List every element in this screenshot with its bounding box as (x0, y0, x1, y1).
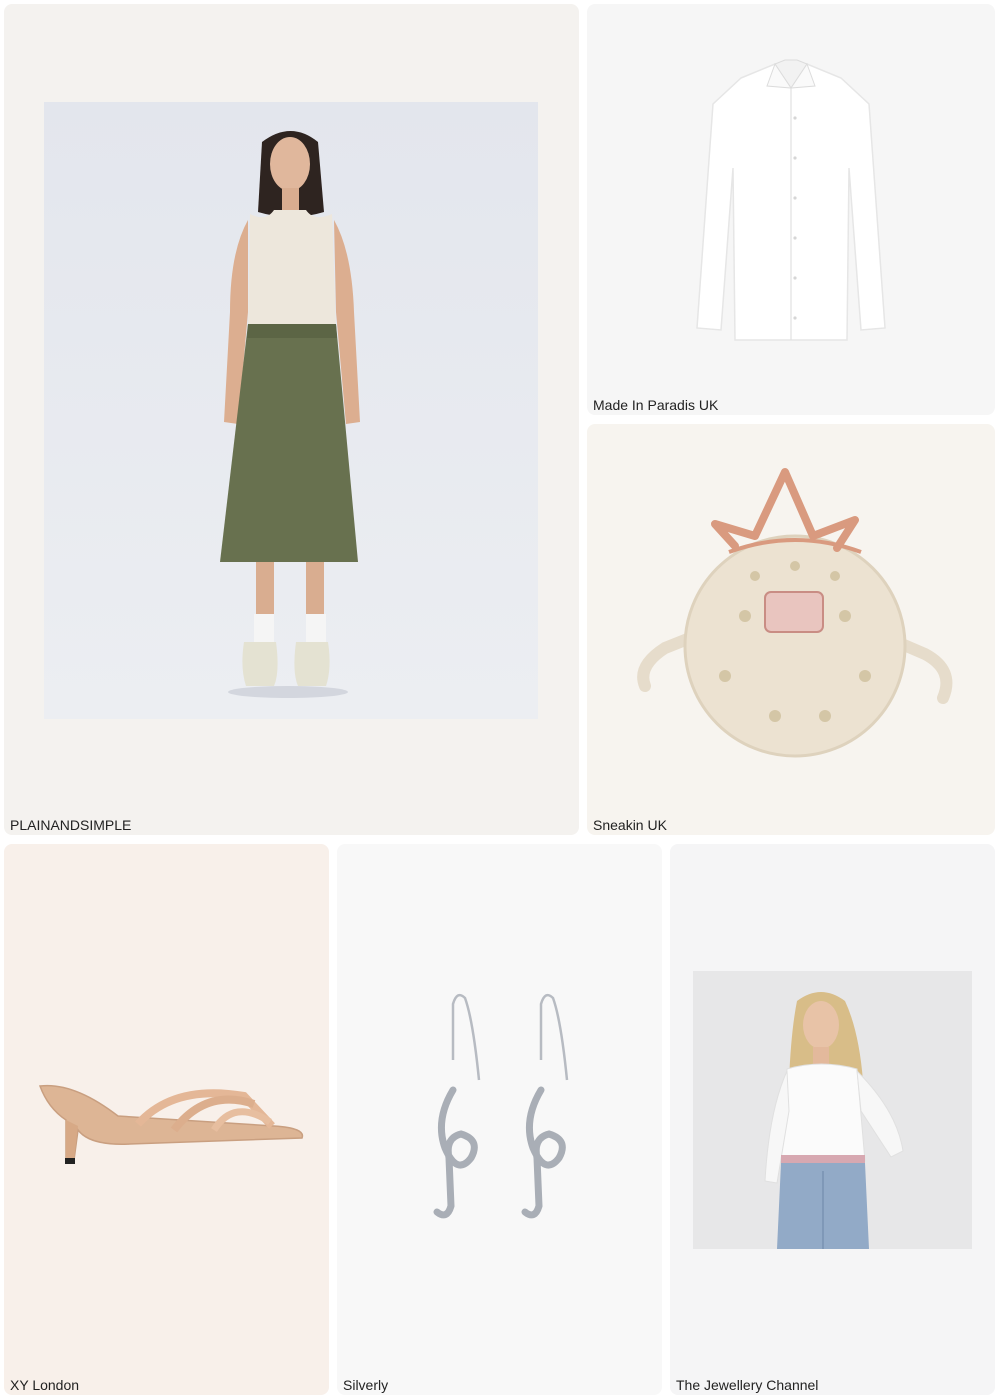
strappy-mule-icon (38, 1084, 304, 1164)
brand-label[interactable]: XY London (10, 1377, 79, 1393)
brand-label[interactable]: PLAINANDSIMPLE (10, 817, 131, 833)
brand-label[interactable]: Silverly (343, 1377, 388, 1393)
treble-clef-earrings-icon (433, 993, 569, 1219)
brand-label[interactable]: The Jewellery Channel (676, 1377, 818, 1393)
product-card-xy-london[interactable]: XY London (4, 844, 329, 1395)
brand-label[interactable]: Made In Paradis UK (593, 397, 718, 413)
product-image[interactable] (671, 58, 911, 350)
product-image[interactable] (44, 102, 538, 719)
product-image[interactable] (417, 990, 577, 1230)
product-image[interactable] (625, 466, 961, 766)
crown-round-bag-icon (637, 468, 953, 758)
product-card-sneakin-uk[interactable]: Sneakin UK (587, 424, 995, 835)
midi-skirt-outfit-icon (44, 102, 538, 719)
product-card-made-in-paradis-uk[interactable]: Made In Paradis UK (587, 4, 995, 415)
brand-label[interactable]: Sneakin UK (593, 817, 667, 833)
white-bodysuit-model-icon (693, 971, 972, 1249)
product-card-silverly[interactable]: Silverly (337, 844, 662, 1395)
product-card-the-jewellery-channel[interactable]: The Jewellery Channel (670, 844, 995, 1395)
white-shirt-icon (696, 59, 886, 341)
product-card-plainandsimple[interactable]: PLAINANDSIMPLE (4, 4, 579, 835)
product-image[interactable] (34, 1074, 308, 1166)
product-image[interactable] (693, 971, 972, 1249)
